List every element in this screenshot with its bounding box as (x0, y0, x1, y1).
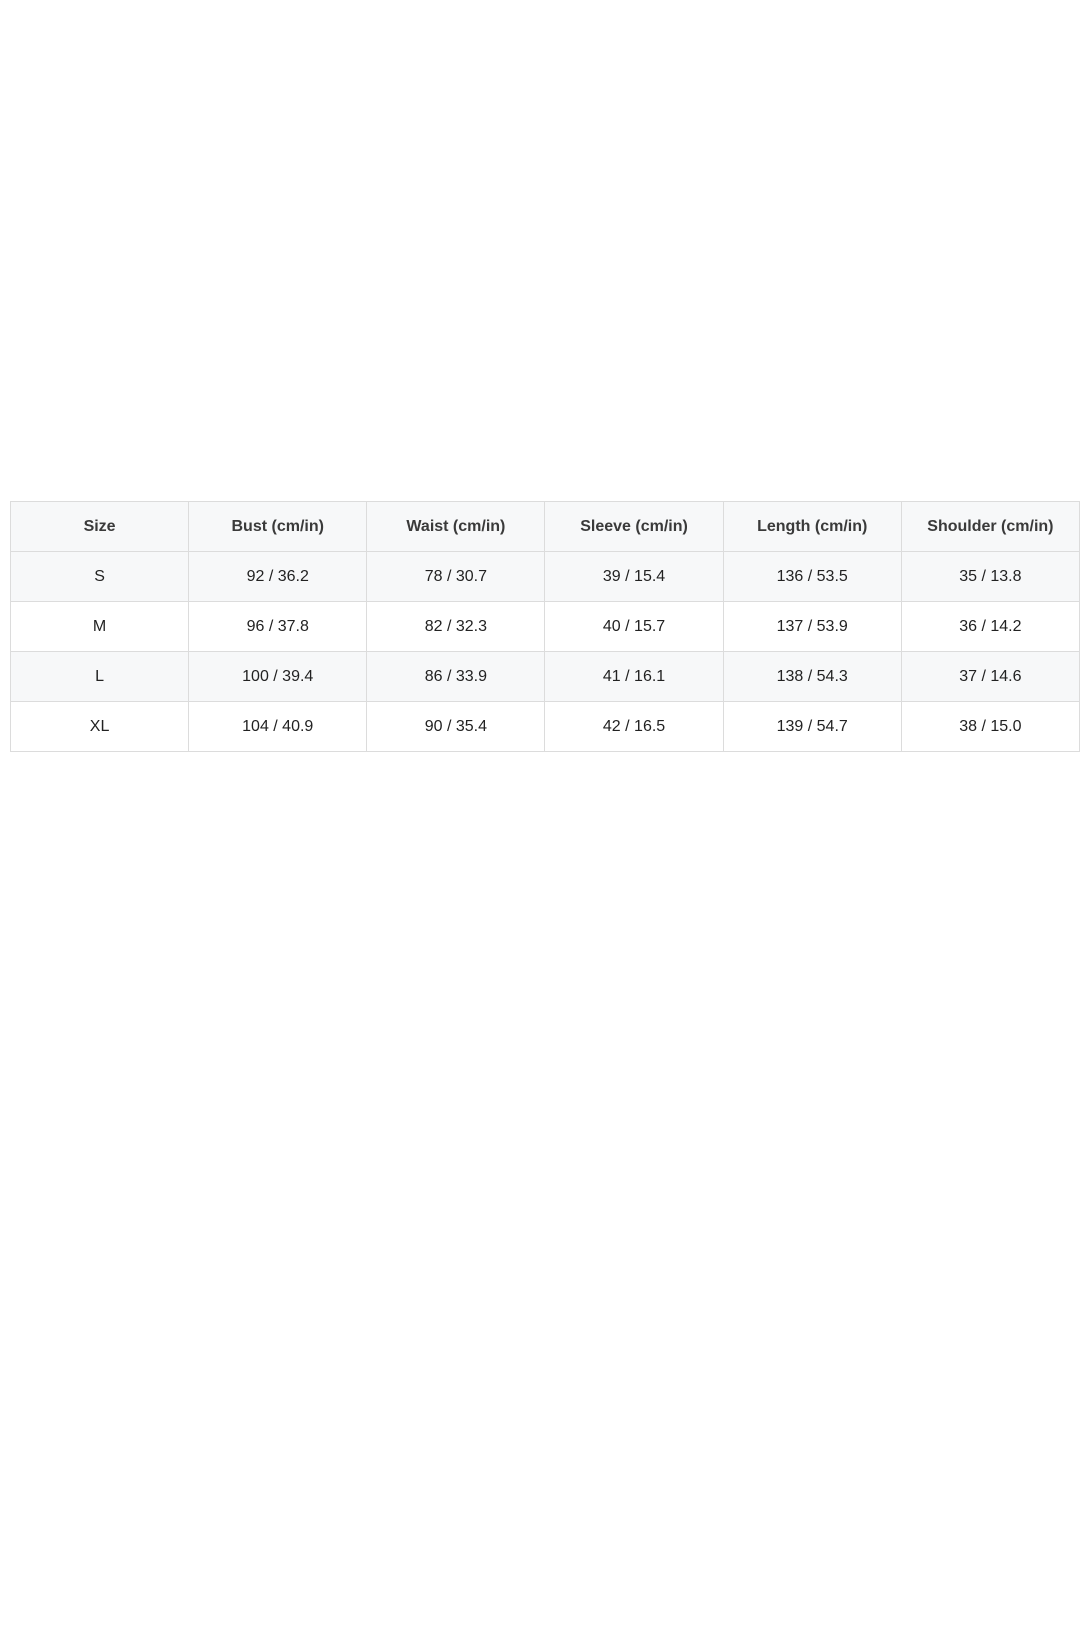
cell-bust: 92 / 36.2 (188, 551, 368, 602)
cell-shoulder: 36 / 14.2 (900, 601, 1081, 652)
header-shoulder: Shoulder (cm/in) (900, 501, 1081, 552)
cell-shoulder: 35 / 13.8 (900, 551, 1081, 602)
table-row: L 100 / 39.4 86 / 33.9 41 / 16.1 138 / 5… (9, 651, 1081, 702)
cell-waist: 86 / 33.9 (366, 651, 546, 702)
cell-sleeve: 42 / 16.5 (544, 701, 724, 752)
cell-shoulder: 37 / 14.6 (900, 651, 1081, 702)
cell-length: 138 / 54.3 (722, 651, 902, 702)
cell-size: L (9, 651, 190, 702)
page: Size Bust (cm/in) Waist (cm/in) Sleeve (… (0, 0, 1088, 1632)
header-bust: Bust (cm/in) (188, 501, 368, 552)
header-waist: Waist (cm/in) (366, 501, 546, 552)
size-chart-table: Size Bust (cm/in) Waist (cm/in) Sleeve (… (9, 501, 1081, 752)
header-size: Size (9, 501, 190, 552)
cell-bust: 100 / 39.4 (188, 651, 368, 702)
cell-size: XL (9, 701, 190, 752)
table-row: XL 104 / 40.9 90 / 35.4 42 / 16.5 139 / … (9, 701, 1081, 752)
cell-sleeve: 41 / 16.1 (544, 651, 724, 702)
cell-length: 136 / 53.5 (722, 551, 902, 602)
cell-waist: 78 / 30.7 (366, 551, 546, 602)
table-row: M 96 / 37.8 82 / 32.3 40 / 15.7 137 / 53… (9, 601, 1081, 652)
table-header-row: Size Bust (cm/in) Waist (cm/in) Sleeve (… (9, 501, 1081, 552)
cell-size: M (9, 601, 190, 652)
cell-waist: 82 / 32.3 (366, 601, 546, 652)
cell-bust: 104 / 40.9 (188, 701, 368, 752)
cell-length: 137 / 53.9 (722, 601, 902, 652)
cell-waist: 90 / 35.4 (366, 701, 546, 752)
cell-sleeve: 39 / 15.4 (544, 551, 724, 602)
table-row: S 92 / 36.2 78 / 30.7 39 / 15.4 136 / 53… (9, 551, 1081, 602)
header-length: Length (cm/in) (722, 501, 902, 552)
cell-shoulder: 38 / 15.0 (900, 701, 1081, 752)
cell-length: 139 / 54.7 (722, 701, 902, 752)
cell-bust: 96 / 37.8 (188, 601, 368, 652)
header-sleeve: Sleeve (cm/in) (544, 501, 724, 552)
cell-sleeve: 40 / 15.7 (544, 601, 724, 652)
cell-size: S (9, 551, 190, 602)
